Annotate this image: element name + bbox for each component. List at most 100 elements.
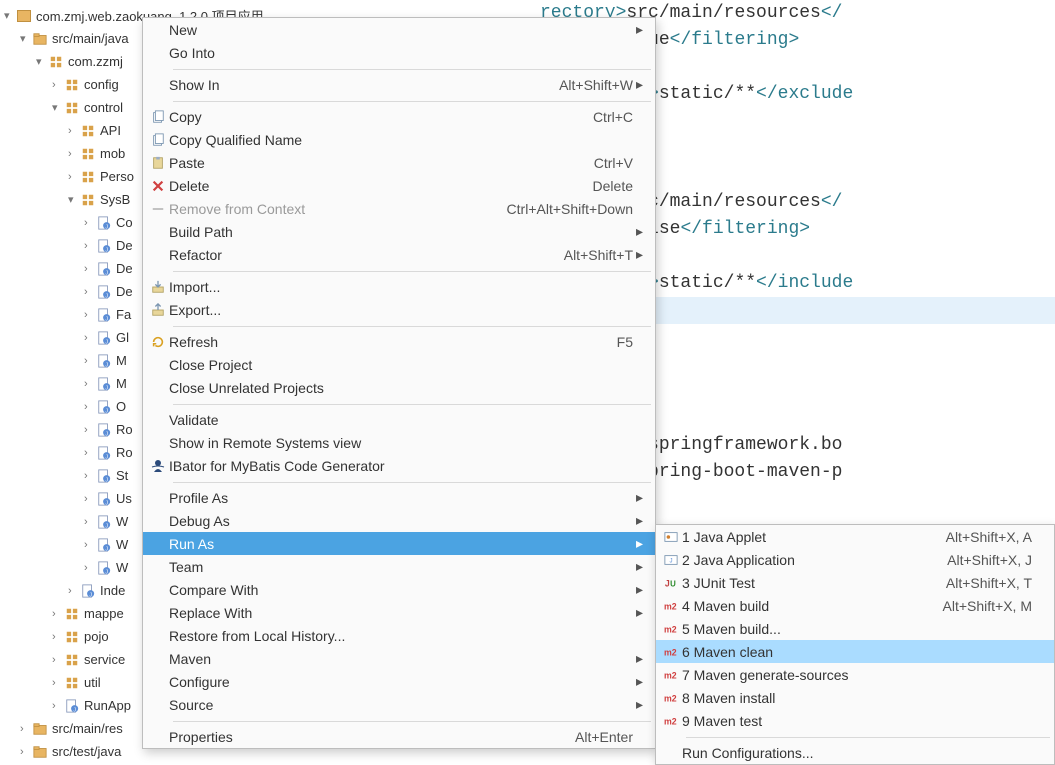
expand-icon[interactable]: › bbox=[52, 631, 64, 643]
submenu-item[interactable]: m25 Maven build... bbox=[656, 617, 1054, 640]
tree-item-label: src/main/res bbox=[52, 721, 123, 736]
context_menu-item[interactable]: Maven▸ bbox=[143, 647, 655, 670]
package-icon bbox=[64, 675, 80, 691]
expand-icon[interactable]: ▾ bbox=[68, 193, 80, 206]
context_menu-item[interactable]: Compare With▸ bbox=[143, 578, 655, 601]
expand-icon[interactable]: › bbox=[84, 240, 96, 252]
context_menu-item[interactable]: New▸ bbox=[143, 18, 655, 41]
context_menu-item[interactable]: Show InAlt+Shift+W▸ bbox=[143, 73, 655, 96]
expand-icon[interactable]: ▾ bbox=[52, 101, 64, 114]
menu-item-accelerator: Alt+Shift+X, A bbox=[930, 529, 1032, 545]
class-icon: J bbox=[96, 514, 112, 530]
tree-item-label: M bbox=[116, 353, 127, 368]
submenu-item[interactable]: m29 Maven test bbox=[656, 709, 1054, 732]
expand-icon[interactable]: ▾ bbox=[4, 9, 16, 22]
expand-icon[interactable]: › bbox=[68, 125, 80, 137]
menu-item-label: 1 Java Applet bbox=[682, 529, 930, 545]
expand-icon[interactable]: › bbox=[84, 263, 96, 275]
expand-icon[interactable]: › bbox=[84, 355, 96, 367]
expand-icon[interactable]: ▾ bbox=[20, 32, 32, 45]
context_menu-item[interactable]: Go Into bbox=[143, 41, 655, 64]
expand-icon[interactable]: › bbox=[84, 332, 96, 344]
context_menu-item[interactable]: Restore from Local History... bbox=[143, 624, 655, 647]
context_menu-item[interactable]: PropertiesAlt+Enter bbox=[143, 725, 655, 748]
expand-icon[interactable]: › bbox=[52, 79, 64, 91]
run-as-submenu[interactable]: 1 Java AppletAlt+Shift+X, AJ2 Java Appli… bbox=[655, 524, 1055, 765]
context_menu-item[interactable]: Import... bbox=[143, 275, 655, 298]
context_menu-item[interactable]: Profile As▸ bbox=[143, 486, 655, 509]
submenu-item[interactable]: J2 Java ApplicationAlt+Shift+X, J bbox=[656, 548, 1054, 571]
expand-icon[interactable]: › bbox=[52, 608, 64, 620]
context_menu-item[interactable]: Validate bbox=[143, 408, 655, 431]
expand-icon[interactable]: › bbox=[84, 401, 96, 413]
submenu-arrow-icon: ▸ bbox=[633, 558, 643, 575]
class-icon: J bbox=[96, 491, 112, 507]
expand-icon[interactable]: › bbox=[68, 585, 80, 597]
context_menu-item[interactable]: RefreshF5 bbox=[143, 330, 655, 353]
svg-text:J: J bbox=[89, 592, 92, 598]
context_menu-item[interactable]: Replace With▸ bbox=[143, 601, 655, 624]
expand-icon[interactable]: › bbox=[84, 470, 96, 482]
class-icon: J bbox=[96, 307, 112, 323]
expand-icon[interactable]: ▾ bbox=[36, 55, 48, 68]
expand-icon[interactable]: › bbox=[20, 723, 32, 735]
context_menu-item[interactable]: PasteCtrl+V bbox=[143, 151, 655, 174]
m2-icon: m2 bbox=[660, 599, 682, 613]
submenu-arrow-icon: ▸ bbox=[633, 535, 643, 552]
context_menu-item[interactable]: Close Project bbox=[143, 353, 655, 376]
refresh-icon bbox=[147, 335, 169, 349]
expand-icon[interactable]: › bbox=[84, 493, 96, 505]
delete-icon bbox=[147, 179, 169, 193]
expand-icon[interactable]: › bbox=[84, 516, 96, 528]
expand-icon[interactable]: › bbox=[84, 286, 96, 298]
menu-item-label: Run Configurations... bbox=[682, 745, 1032, 761]
context_menu-item[interactable]: Run As▸ bbox=[143, 532, 655, 555]
m2-icon: m2 bbox=[660, 645, 682, 659]
menu-separator bbox=[173, 404, 651, 405]
submenu-item[interactable]: m24 Maven buildAlt+Shift+X, M bbox=[656, 594, 1054, 617]
expand-icon[interactable]: › bbox=[84, 539, 96, 551]
context_menu-item[interactable]: Build Path▸ bbox=[143, 220, 655, 243]
submenu-item[interactable]: m28 Maven install bbox=[656, 686, 1054, 709]
expand-icon[interactable]: › bbox=[68, 148, 80, 160]
submenu-item[interactable]: m26 Maven clean bbox=[656, 640, 1054, 663]
expand-icon[interactable]: › bbox=[52, 677, 64, 689]
submenu-item[interactable]: m27 Maven generate-sources bbox=[656, 663, 1054, 686]
context_menu-item[interactable]: Copy Qualified Name bbox=[143, 128, 655, 151]
expand-icon[interactable]: › bbox=[84, 309, 96, 321]
m2-icon: m2 bbox=[660, 714, 682, 728]
expand-icon[interactable]: › bbox=[52, 700, 64, 712]
context-menu[interactable]: New▸Go Into Show InAlt+Shift+W▸ CopyCtrl+C… bbox=[142, 17, 656, 749]
expand-icon[interactable]: › bbox=[84, 217, 96, 229]
submenu-item[interactable]: JU3 JUnit TestAlt+Shift+X, T bbox=[656, 571, 1054, 594]
tree-item-label: SysB bbox=[100, 192, 130, 207]
context_menu-item[interactable]: Close Unrelated Projects bbox=[143, 376, 655, 399]
context_menu-item[interactable]: IBator for MyBatis Code Generator bbox=[143, 454, 655, 477]
context_menu-item[interactable]: Show in Remote Systems view bbox=[143, 431, 655, 454]
context_menu-item[interactable]: Source▸ bbox=[143, 693, 655, 716]
context_menu-item[interactable]: Configure▸ bbox=[143, 670, 655, 693]
expand-icon[interactable]: › bbox=[84, 424, 96, 436]
menu-separator bbox=[686, 737, 1050, 738]
expand-icon[interactable]: › bbox=[84, 562, 96, 574]
expand-icon[interactable]: › bbox=[68, 171, 80, 183]
menu-item-label: Delete bbox=[169, 178, 577, 194]
svg-text:J: J bbox=[105, 385, 108, 391]
menu-item-label: Properties bbox=[169, 729, 559, 745]
expand-icon[interactable]: › bbox=[84, 447, 96, 459]
menu-item-label: Copy Qualified Name bbox=[169, 132, 633, 148]
expand-icon[interactable]: › bbox=[52, 654, 64, 666]
context_menu-item[interactable]: Export... bbox=[143, 298, 655, 321]
context_menu-item[interactable]: Team▸ bbox=[143, 555, 655, 578]
menu-item-accelerator: Delete bbox=[577, 178, 633, 194]
context_menu-item[interactable]: DeleteDelete bbox=[143, 174, 655, 197]
context_menu-item[interactable]: CopyCtrl+C bbox=[143, 105, 655, 128]
svg-text:U: U bbox=[670, 579, 676, 588]
expand-icon[interactable]: › bbox=[20, 746, 32, 758]
submenu-item[interactable]: 1 Java AppletAlt+Shift+X, A bbox=[656, 525, 1054, 548]
m2-icon: m2 bbox=[660, 691, 682, 705]
expand-icon[interactable]: › bbox=[84, 378, 96, 390]
context_menu-item[interactable]: RefactorAlt+Shift+T▸ bbox=[143, 243, 655, 266]
context_menu-item[interactable]: Debug As▸ bbox=[143, 509, 655, 532]
submenu-item[interactable]: Run Configurations... bbox=[656, 741, 1054, 764]
